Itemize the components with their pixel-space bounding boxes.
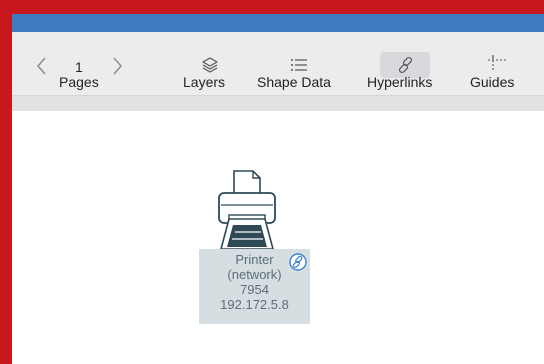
ruler-bar [12, 96, 544, 111]
layers-icon [202, 57, 218, 73]
hyperlink-badge-icon[interactable] [289, 253, 307, 271]
guides-label: Guides [470, 74, 515, 90]
previous-page-button[interactable] [35, 55, 49, 77]
title-bar [12, 14, 544, 32]
guides-icon [488, 55, 506, 72]
guides-button[interactable]: Guides [467, 52, 527, 95]
layers-label: Layers [183, 74, 226, 90]
hyperlinks-label: Hyperlinks [367, 74, 433, 90]
pages-label: Pages [59, 74, 99, 90]
hyperlinks-button[interactable]: Hyperlinks [367, 32, 447, 95]
app-window: 1 Pages Layers Shape Data Hyperlinks Gui… [12, 14, 544, 364]
toolbar: 1 Pages Layers Shape Data Hyperlinks Gui… [12, 32, 544, 96]
list-icon [291, 59, 307, 71]
next-page-button[interactable] [110, 55, 124, 77]
chevron-left-icon [37, 57, 46, 75]
current-page-number: 1 [75, 59, 83, 75]
shape-text-line: 7954 [240, 282, 269, 297]
chevron-right-icon [113, 57, 122, 75]
printer-icon[interactable] [215, 169, 279, 251]
layers-button[interactable]: Layers [180, 52, 240, 95]
shape-data-label: Shape Data [257, 74, 331, 90]
shape-text-line: 192.172.5.8 [220, 297, 289, 312]
link-icon [398, 56, 413, 74]
shape-data-button[interactable]: Shape Data [256, 52, 342, 95]
